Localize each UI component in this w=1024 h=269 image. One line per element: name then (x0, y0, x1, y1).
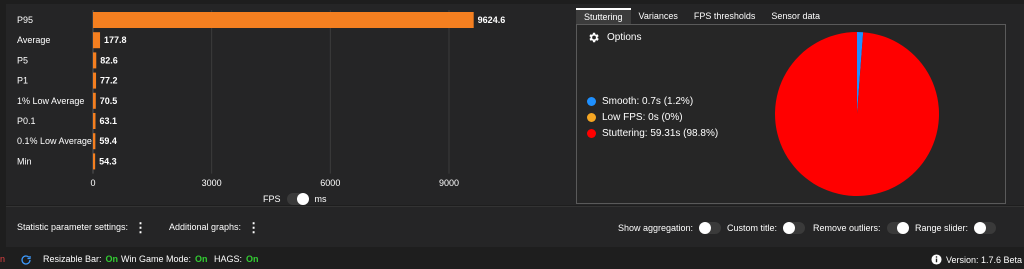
fps-ms-toggle-group: FPS ms (263, 193, 327, 205)
legend-item-smooth: Smooth: 0.7s (1.2%) (587, 93, 718, 109)
refresh-status[interactable] (20, 254, 32, 266)
category-label: Min (17, 156, 32, 166)
remove-outliers-setting: Remove outliers: (813, 222, 909, 234)
game-mode-value: On (195, 254, 208, 264)
low-fps-dot-icon (587, 112, 596, 122)
category-label: 0.1% Low Average (17, 136, 92, 146)
refresh-icon[interactable] (20, 254, 32, 266)
bar (93, 32, 101, 49)
gear-icon (589, 32, 599, 43)
x-tick-label: 3000 (202, 178, 222, 188)
settings-bar: Statistic parameter settings: ⋮ Addition… (6, 206, 1024, 247)
smooth-dot-icon (587, 96, 596, 106)
stuttering-view: Options Smooth: 0.7s (1.2%) Low FPS: 0s … (576, 24, 1006, 204)
range-slider-label: Range slider: (915, 223, 969, 233)
tab-stuttering[interactable]: Stuttering (576, 8, 631, 24)
custom-title-label: Custom title: (727, 223, 778, 233)
category-label: P1 (17, 76, 28, 86)
fps-ms-toggle[interactable] (286, 193, 309, 205)
additional-graphs-label: Additional graphs: (169, 222, 242, 232)
bar (93, 52, 97, 69)
legend-item-low-fps: Low FPS: 0s (0%) (587, 109, 718, 125)
bar-value-label: 63.1 (99, 116, 117, 126)
additional-graphs-setting[interactable]: Additional graphs: ⋮ (169, 221, 260, 234)
version-status: Version: 1.7.6 Beta (931, 254, 1022, 265)
options-button[interactable]: Options (587, 31, 641, 44)
bar (93, 92, 96, 109)
tab-fps-thresholds[interactable]: FPS thresholds (686, 8, 764, 24)
hags-status: HAGS: On (214, 254, 259, 264)
options-label: Options (607, 32, 642, 43)
legend-item-stuttering: Stuttering: 59.31s (98.8%) (587, 125, 718, 141)
stuttering-legend: Smooth: 0.7s (1.2%) Low FPS: 0s (0%) Stu… (587, 93, 718, 141)
custom-title-toggle[interactable] (783, 222, 806, 234)
legend-smooth-label: Smooth: 0.7s (1.2%) (602, 95, 694, 107)
show-aggregation-setting: Show aggregation: (618, 222, 722, 234)
bar-value-label: 70.5 (100, 96, 118, 106)
hags-value: On (246, 254, 259, 264)
tab-variances[interactable]: Variances (631, 8, 686, 24)
x-tick-label: 6000 (320, 178, 340, 188)
bar (93, 153, 96, 170)
x-tick-label: 9000 (439, 178, 459, 188)
show-aggregation-label: Show aggregation: (618, 223, 694, 233)
resizable-bar-status: Resizable Bar: On (43, 254, 118, 264)
status-left-mark: n (0, 254, 6, 264)
category-label: Average (17, 35, 50, 45)
stuttering-pie-chart (775, 32, 939, 196)
bar-value-label: 9624.6 (478, 15, 506, 25)
statistic-params-label: Statistic parameter settings: (17, 222, 129, 232)
kebab-menu-icon[interactable]: ⋮ (247, 221, 260, 234)
show-aggregation-toggle[interactable] (699, 222, 722, 234)
bar (93, 133, 96, 150)
info-icon (931, 254, 942, 265)
status-bar: n Resizable Bar: On Win Game Mode: On HA… (0, 249, 1024, 269)
legend-low-fps-label: Low FPS: 0s (0%) (602, 111, 683, 123)
range-slider-toggle[interactable] (974, 222, 997, 234)
bar-value-label: 177.8 (104, 35, 127, 45)
kebab-menu-icon[interactable]: ⋮ (134, 221, 147, 234)
bar (93, 72, 97, 89)
game-mode-label: Win Game Mode: (121, 254, 192, 264)
category-label: P95 (17, 15, 33, 25)
remove-outliers-toggle[interactable] (886, 222, 909, 234)
category-label: 1% Low Average (17, 96, 84, 106)
fps-label: FPS (263, 194, 281, 204)
x-tick-label: 0 (90, 178, 95, 188)
hags-label: HAGS: (214, 254, 243, 264)
pie-slice-stuttering (775, 32, 939, 196)
bar (93, 12, 474, 28)
bar (93, 113, 96, 129)
legend-stuttering-label: Stuttering: 59.31s (98.8%) (602, 127, 719, 139)
version-label: Version: 1.7.6 Beta (946, 254, 1023, 265)
bar-value-label: 59.4 (99, 136, 117, 146)
ms-label: ms (314, 194, 327, 204)
resizable-bar-value: On (105, 254, 119, 264)
resizable-bar-label: Resizable Bar: (43, 254, 102, 264)
game-mode-status: Win Game Mode: On (121, 254, 208, 264)
tab-sensor-data[interactable]: Sensor data (763, 8, 828, 24)
range-slider-setting: Range slider: (915, 222, 997, 234)
category-label: P0.1 (17, 116, 36, 126)
statistics-panel: 0 3000 6000 9000 P95 9624.6 Average 177.8 P5 82.6… (6, 4, 572, 205)
custom-title-setting: Custom title: (727, 222, 806, 234)
statistics-bar-chart: 0 3000 6000 9000 P95 9624.6 Average 177.8 P5 82.6… (17, 10, 506, 188)
bar-value-label: 54.3 (99, 156, 117, 166)
statistic-params-setting[interactable]: Statistic parameter settings: ⋮ (17, 221, 147, 234)
category-label: P5 (17, 55, 28, 65)
remove-outliers-label: Remove outliers: (813, 223, 881, 233)
bar-value-label: 77.2 (100, 76, 118, 86)
stuttering-dot-icon (587, 128, 596, 138)
bar-value-label: 82.6 (100, 55, 118, 65)
analysis-tabs: Stuttering Variances FPS thresholds Sens… (576, 8, 828, 24)
